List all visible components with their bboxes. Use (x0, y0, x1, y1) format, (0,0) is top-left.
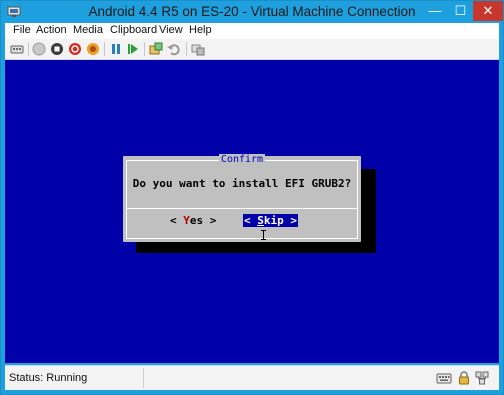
minimize-button[interactable]: — (422, 1, 448, 21)
title-bar[interactable]: Android 4.4 R5 on ES-20 - Virtual Machin… (1, 1, 503, 23)
toolbar-separator (104, 42, 105, 56)
status-text: Status: Running (9, 372, 88, 384)
menu-action[interactable]: Action (36, 24, 67, 36)
close-button[interactable]: ✕ (473, 1, 503, 21)
status-bar: Status: Running (5, 365, 499, 390)
checkpoint-icon[interactable] (149, 42, 163, 56)
lock-icon[interactable] (456, 370, 472, 386)
enhanced-session-icon[interactable] (191, 42, 205, 56)
dialog-title: Confirm (123, 154, 361, 165)
yes-button[interactable]: < Yes > (170, 214, 216, 227)
reset-icon[interactable] (126, 42, 140, 56)
menu-help[interactable]: Help (189, 24, 212, 36)
menu-bar: File Action Media Clipboard View Help (5, 23, 499, 39)
confirm-dialog: Confirm Do you want to install EFI GRUB2… (123, 154, 361, 242)
dialog-message: Do you want to install EFI GRUB2? (132, 177, 352, 190)
menu-view[interactable]: View (159, 24, 183, 36)
maximize-button[interactable]: ☐ (448, 1, 473, 21)
network-icon[interactable] (474, 370, 490, 386)
shut-down-icon[interactable] (68, 42, 82, 56)
yes-hotkey: Y (183, 214, 190, 227)
vm-screen[interactable]: Confirm Do you want to install EFI GRUB2… (5, 60, 499, 363)
turn-off-icon[interactable] (50, 42, 64, 56)
keyboard-icon[interactable] (436, 370, 452, 386)
skip-right-bracket: > (283, 214, 297, 227)
toolbar-separator (28, 42, 29, 56)
skip-hotkey: S (257, 214, 264, 227)
menu-clipboard[interactable]: Clipboard (110, 24, 157, 36)
start-icon[interactable] (32, 42, 46, 56)
menu-file[interactable]: File (13, 24, 31, 36)
vm-window: Android 4.4 R5 on ES-20 - Virtual Machin… (0, 0, 504, 395)
menu-media[interactable]: Media (73, 24, 103, 36)
status-divider (143, 368, 144, 388)
skip-label-rest: kip (263, 214, 284, 227)
dialog-divider (127, 208, 357, 209)
toolbar (5, 39, 499, 60)
mouse-cursor-icon (260, 227, 267, 240)
toolbar-separator (144, 42, 145, 56)
dialog-title-text: Confirm (218, 154, 266, 165)
skip-left-bracket: < (244, 214, 258, 227)
save-icon[interactable] (86, 42, 100, 56)
ctrl-alt-del-icon[interactable] (10, 42, 24, 56)
yes-right-bracket: > (203, 214, 217, 227)
yes-label-rest: es (189, 214, 204, 227)
revert-icon[interactable] (167, 42, 181, 56)
pause-icon[interactable] (109, 42, 123, 56)
yes-left-bracket: < (170, 214, 184, 227)
toolbar-separator (186, 42, 187, 56)
skip-button[interactable]: < Skip > (243, 214, 298, 227)
dialog-frame (126, 160, 358, 239)
